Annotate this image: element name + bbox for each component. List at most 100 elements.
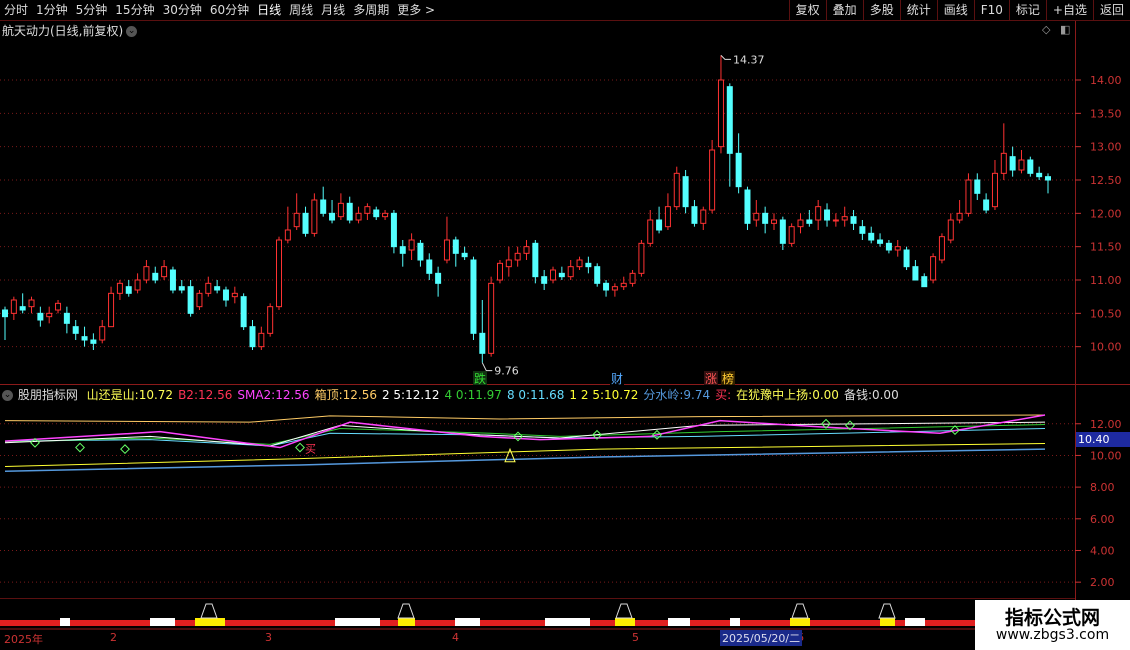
candle-body-116: [1027, 159, 1034, 174]
indicator-item-7: 1 2 5:10.72: [569, 388, 639, 402]
candle-body-74: [656, 219, 663, 231]
candle-body-94: [832, 219, 839, 222]
candle-body-4: [37, 312, 44, 321]
candle-body-25: [222, 289, 229, 301]
candle-body-110: [974, 179, 981, 194]
watermark-url: www.zbgs3.com: [995, 627, 1110, 643]
strip-triangle-2: [615, 603, 633, 619]
candle-body-112: [991, 172, 998, 208]
y-tick-label-8: 10.00: [1090, 341, 1122, 354]
candle-body-62: [550, 269, 557, 281]
candle-body-30: [267, 306, 274, 334]
date-month-1: 3: [265, 631, 272, 644]
candle-body-98: [868, 232, 875, 241]
candle-body-47: [417, 242, 424, 261]
candle-body-75: [664, 206, 671, 228]
indicator-item-10: 在犹豫中上扬:0.00: [736, 388, 839, 402]
candle-body-51: [452, 239, 459, 254]
candle-body-89: [788, 226, 795, 244]
strip-seg-0: [60, 618, 70, 626]
strip-seg-7: [545, 618, 590, 626]
candle-body-37: [329, 212, 336, 221]
candle-body-103: [912, 266, 919, 281]
candle-body-63: [558, 272, 565, 278]
indicator-item-2: SMA2:12.56: [237, 388, 310, 402]
y-tick-label-1: 13.50: [1090, 107, 1122, 120]
candle-body-100: [885, 242, 892, 251]
line-25: [4, 421, 1046, 447]
candle-body-0: [2, 309, 8, 318]
y-tick-label-0: 14.00: [1090, 74, 1122, 87]
indicator-item-3: 箱顶:12.56: [314, 388, 377, 402]
candle-body-52: [461, 252, 468, 258]
candle-body-5: [46, 312, 53, 318]
candle-body-19: [169, 269, 176, 291]
candle-body-27: [240, 296, 247, 328]
y-tick-label-3: 12.50: [1090, 174, 1122, 187]
candle-body-91: [806, 219, 813, 224]
current-value-tag: 10.40: [1076, 432, 1130, 447]
candle-body-80: [709, 149, 716, 211]
candle-body-84: [744, 189, 751, 224]
watermark: 指标公式网 www.zbgs3.com: [975, 600, 1130, 650]
candle-body-66: [585, 262, 592, 268]
candle-body-115: [1018, 159, 1025, 171]
candle-body-53: [470, 259, 477, 334]
candle-body-102: [903, 249, 910, 268]
chevron-down-icon[interactable]: ⌄: [2, 390, 13, 401]
line-sma2: [4, 414, 1046, 449]
marker-3: 榜: [722, 371, 734, 386]
candle-body-10: [90, 339, 97, 344]
candle-body-21: [187, 286, 194, 314]
low-label: 9.76: [494, 365, 518, 378]
candle-body-73: [647, 219, 654, 244]
buy-signal: 买: [305, 442, 316, 455]
marker-1: 财: [611, 372, 623, 386]
candle-body-9: [81, 336, 88, 341]
candle-body-93: [824, 209, 831, 221]
indicator-legend: ⌄ 股朋指标网 山还是山:10.72 B2:12.56 SMA2:12.56 箱顶:1…: [2, 386, 900, 403]
candle-body-86: [762, 212, 769, 224]
candle-body-113: [1000, 152, 1007, 174]
candle-body-41: [364, 206, 371, 214]
y-tick-label-7: 10.50: [1090, 307, 1122, 320]
candle-body-64: [567, 266, 574, 278]
candle-body-14: [125, 286, 132, 294]
candle-body-2: [19, 306, 26, 311]
candle-body-42: [373, 209, 380, 218]
candle-body-104: [921, 276, 928, 288]
candle-body-16: [143, 266, 150, 281]
candle-body-39: [346, 202, 353, 221]
candle-body-81: [717, 79, 724, 148]
candle-body-26: [231, 292, 238, 298]
candle-body-68: [603, 282, 610, 291]
candle-body-32: [284, 229, 291, 241]
date-year: 2025年: [4, 633, 43, 646]
candle-body-59: [523, 246, 530, 254]
candlestick-chart[interactable]: 14.00 13.50 13.00 12.50 12.00 11.50 11.00 10.50…: [0, 0, 1130, 650]
candle-body-54: [479, 332, 486, 354]
candle-body-60: [532, 242, 539, 278]
candle-body-99: [877, 239, 884, 244]
candle-body-23: [205, 282, 212, 294]
candle-body-13: [116, 282, 123, 294]
indicator-item-9: 买:: [715, 388, 732, 402]
candle-body-101: [894, 246, 901, 251]
strip-seg-8: [615, 618, 635, 626]
candle-body-36: [320, 199, 327, 214]
y-tick-label-2: 13.00: [1090, 141, 1122, 154]
strip-seg-1: [150, 618, 175, 626]
candle-body-3: [28, 299, 35, 308]
candle-body-70: [620, 282, 627, 288]
signal-diamond-3: [295, 442, 305, 453]
strip-seg-5: [398, 618, 415, 626]
candle-body-11: [99, 326, 106, 341]
line-40: [4, 424, 1046, 445]
candle-body-17: [152, 272, 159, 281]
candle-body-20: [178, 286, 185, 291]
y-tick-label-6: 11.00: [1090, 274, 1122, 287]
strip-triangle-1: [397, 603, 415, 619]
strip-seg-9: [668, 618, 690, 626]
signal-diamond-1: [75, 442, 85, 453]
candle-body-92: [815, 206, 822, 221]
